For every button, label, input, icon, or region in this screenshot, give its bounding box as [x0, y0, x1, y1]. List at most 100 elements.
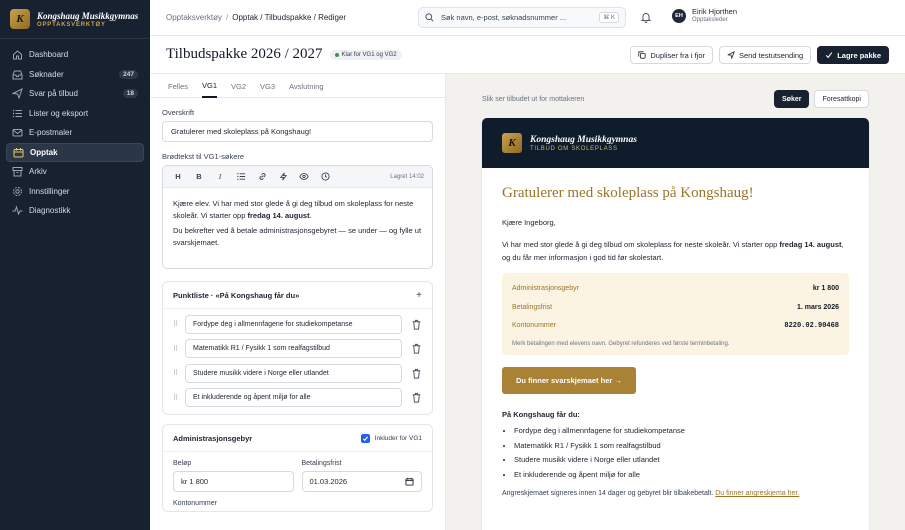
- list-item: Et inkluderende og åpent miljø for alle: [514, 468, 849, 483]
- bullet-input[interactable]: Matematikk R1 / Fysikk 1 som realfagstil…: [185, 339, 402, 359]
- send-icon: [727, 51, 735, 59]
- bullet-input[interactable]: Et inkluderende og åpent miljø for alle: [185, 388, 402, 408]
- user-menu[interactable]: EH Eirik Hjorthen Opptaksleder: [672, 7, 737, 24]
- drag-handle-icon[interactable]: ⠿: [173, 320, 181, 328]
- brand[interactable]: K Kongshaug Musikkgymnas OPPTAKSVERKTØY: [0, 0, 150, 38]
- sidebar-item-søknader[interactable]: Søknader 247: [6, 65, 144, 85]
- sidebar: K Kongshaug Musikkgymnas OPPTAKSVERKTØY …: [0, 0, 150, 530]
- send-test-button[interactable]: Send testutsending: [719, 46, 812, 64]
- email-list-title: På Kongshaug får du:: [502, 409, 580, 419]
- editor-toolbar: H B I Lagret 14:02: [163, 166, 432, 188]
- avatar: EH: [672, 8, 686, 23]
- send-test-label: Send testutsending: [739, 50, 804, 60]
- bullet-input[interactable]: Fordype deg i allmennfagene for studieko…: [185, 314, 402, 334]
- payment-value: kr 1 800: [812, 285, 839, 293]
- mail-icon: [12, 127, 23, 138]
- payment-label: Betalingsfrist: [512, 303, 553, 311]
- trash-icon[interactable]: [411, 392, 422, 403]
- drag-handle-icon[interactable]: ⠿: [173, 369, 181, 377]
- status-badge: Klar for VG1 og VG2: [329, 49, 402, 60]
- payment-row: Betalingsfrist 1. mars 2026: [512, 298, 839, 317]
- sidebar-item-diagnostikk[interactable]: Diagnostikk: [6, 201, 144, 221]
- italic-icon[interactable]: I: [213, 170, 227, 184]
- list-item: Studere musikk videre i Norge eller utla…: [514, 453, 849, 468]
- sidebar-item-opptak[interactable]: Opptak: [6, 142, 144, 162]
- clock-icon[interactable]: [318, 170, 332, 184]
- calendar-icon[interactable]: [405, 477, 414, 486]
- sidebar-item-label: Arkiv: [29, 167, 47, 177]
- trash-icon[interactable]: [411, 368, 422, 379]
- bell-icon[interactable]: [640, 11, 652, 23]
- tab-vg1[interactable]: VG1: [202, 74, 218, 98]
- duplicate-label: Dupliser fra i fjor: [650, 50, 705, 60]
- sidebar-item-svar-på-tilbud[interactable]: Svar på tilbud 18: [6, 84, 144, 104]
- brand-name: Kongshaug Musikkgymnas: [37, 10, 139, 21]
- duplicate-button[interactable]: Dupliser fra i fjor: [630, 46, 713, 64]
- amount-input[interactable]: kr 1 800: [173, 471, 294, 492]
- link-icon[interactable]: [255, 170, 269, 184]
- tab-bar: Felles VG1 VG2 VG3 Avslutning: [150, 74, 445, 98]
- eye-icon[interactable]: [297, 170, 311, 184]
- drag-handle-icon[interactable]: ⠿: [173, 345, 181, 353]
- add-bullet-button[interactable]: +: [416, 290, 422, 301]
- pulse-icon: [12, 205, 23, 216]
- search-box[interactable]: Søk navn, e-post, søknadsnummer ... ⌘ K: [418, 7, 626, 28]
- payment-row: Administrasjonsgebyr kr 1 800: [512, 279, 839, 298]
- gear-icon: [12, 186, 23, 197]
- bullet-list-card: Punktliste · «På Kongshaug får du» + ⠿ Fo…: [162, 281, 433, 415]
- bold-icon[interactable]: H: [171, 170, 185, 184]
- list-item: Fordype deg i allmennfagene for studieko…: [514, 424, 849, 439]
- checkbox-checked-icon: [360, 433, 370, 443]
- tab-avslutning[interactable]: Avslutning: [289, 74, 323, 98]
- bold-button[interactable]: B: [192, 170, 206, 184]
- reply-form-button[interactable]: Du finner svarskjemaet her →: [502, 366, 636, 394]
- withdrawal-form-link[interactable]: Du finner angreskjema her.: [715, 490, 799, 497]
- send-icon: [12, 88, 23, 100]
- breadcrumb-root[interactable]: Opptaksverktøy: [166, 13, 222, 22]
- sidebar-item-innstillinger[interactable]: Innstillinger: [6, 182, 144, 202]
- heading-input[interactable]: Gratulerer med skoleplass på Kongshaug!: [162, 121, 433, 142]
- email-intro: Vi har med stor glede å gi deg tilbud om…: [502, 238, 849, 264]
- search-placeholder: Søk navn, e-post, søknadsnummer ...: [441, 13, 567, 22]
- page-title: Tilbudspakke 2026 / 2027: [166, 46, 323, 62]
- sidebar-item-label: Svar på tilbud: [29, 89, 78, 99]
- email-logo: K: [502, 133, 522, 153]
- due-date-value: 01.03.2026: [309, 477, 348, 486]
- email-footer: Angreskjemaet signeres innen 14 dager og…: [502, 488, 849, 499]
- tab-felles[interactable]: Felles: [168, 74, 188, 98]
- list-icon[interactable]: [234, 170, 248, 184]
- sidebar-item-label: Opptak: [30, 147, 58, 157]
- fee-title: Administrasjonsgebyr: [173, 433, 253, 443]
- tab-vg2[interactable]: VG2: [231, 74, 246, 98]
- archive-icon: [12, 166, 23, 177]
- due-date-input[interactable]: 01.03.2026: [301, 471, 422, 492]
- saved-timestamp: Lagret 14:02: [390, 173, 424, 180]
- sidebar-item-e-postmaler[interactable]: E-postmaler: [6, 123, 144, 143]
- save-button[interactable]: Lagre pakke: [817, 46, 889, 64]
- include-checkbox[interactable]: Inkluder for VG1: [360, 433, 422, 443]
- bullet-input[interactable]: Studere musikk videre i Norge eller utla…: [185, 363, 402, 383]
- list-item: Matematikk R1 / Fysikk 1 som realfagstil…: [514, 439, 849, 454]
- sidebar-item-dashboard[interactable]: Dashboard: [6, 45, 144, 65]
- trash-icon[interactable]: [411, 319, 422, 330]
- inbox-icon: [12, 69, 23, 80]
- trash-icon[interactable]: [411, 343, 422, 354]
- payment-note: Merk betalingen med elevens navn. Gebyre…: [512, 340, 730, 347]
- calendar-icon: [13, 147, 24, 158]
- include-label: Inkluder for VG1: [374, 434, 422, 442]
- email-preview: K Kongshaug Musikkgymnas TILBUD OM SKOLE…: [482, 118, 869, 530]
- copy-icon: [638, 51, 646, 59]
- preview-panel: Slik ser tilbudet ut for mottakeren Søke…: [446, 74, 905, 530]
- amount-label: Beløp: [173, 460, 192, 467]
- sidebar-item-arkiv[interactable]: Arkiv: [6, 162, 144, 182]
- sidebar-nav: Dashboard Søknader 247 Svar på tilbud 18 List…: [0, 45, 150, 221]
- editor-body[interactable]: Kjære elev. Vi har med stor glede å gi d…: [163, 188, 432, 268]
- check-icon: [826, 52, 833, 59]
- lightning-icon[interactable]: [276, 170, 290, 184]
- drag-handle-icon[interactable]: ⠿: [173, 394, 181, 402]
- applicant-toggle[interactable]: Søker: [774, 90, 810, 108]
- guardian-toggle[interactable]: Foresattkopi: [814, 90, 869, 108]
- sidebar-item-lister-og-eksport[interactable]: Lister og eksport: [6, 104, 144, 124]
- fee-header: Administrasjonsgebyr Inkluder for VG1: [163, 425, 432, 452]
- tab-vg3[interactable]: VG3: [260, 74, 275, 98]
